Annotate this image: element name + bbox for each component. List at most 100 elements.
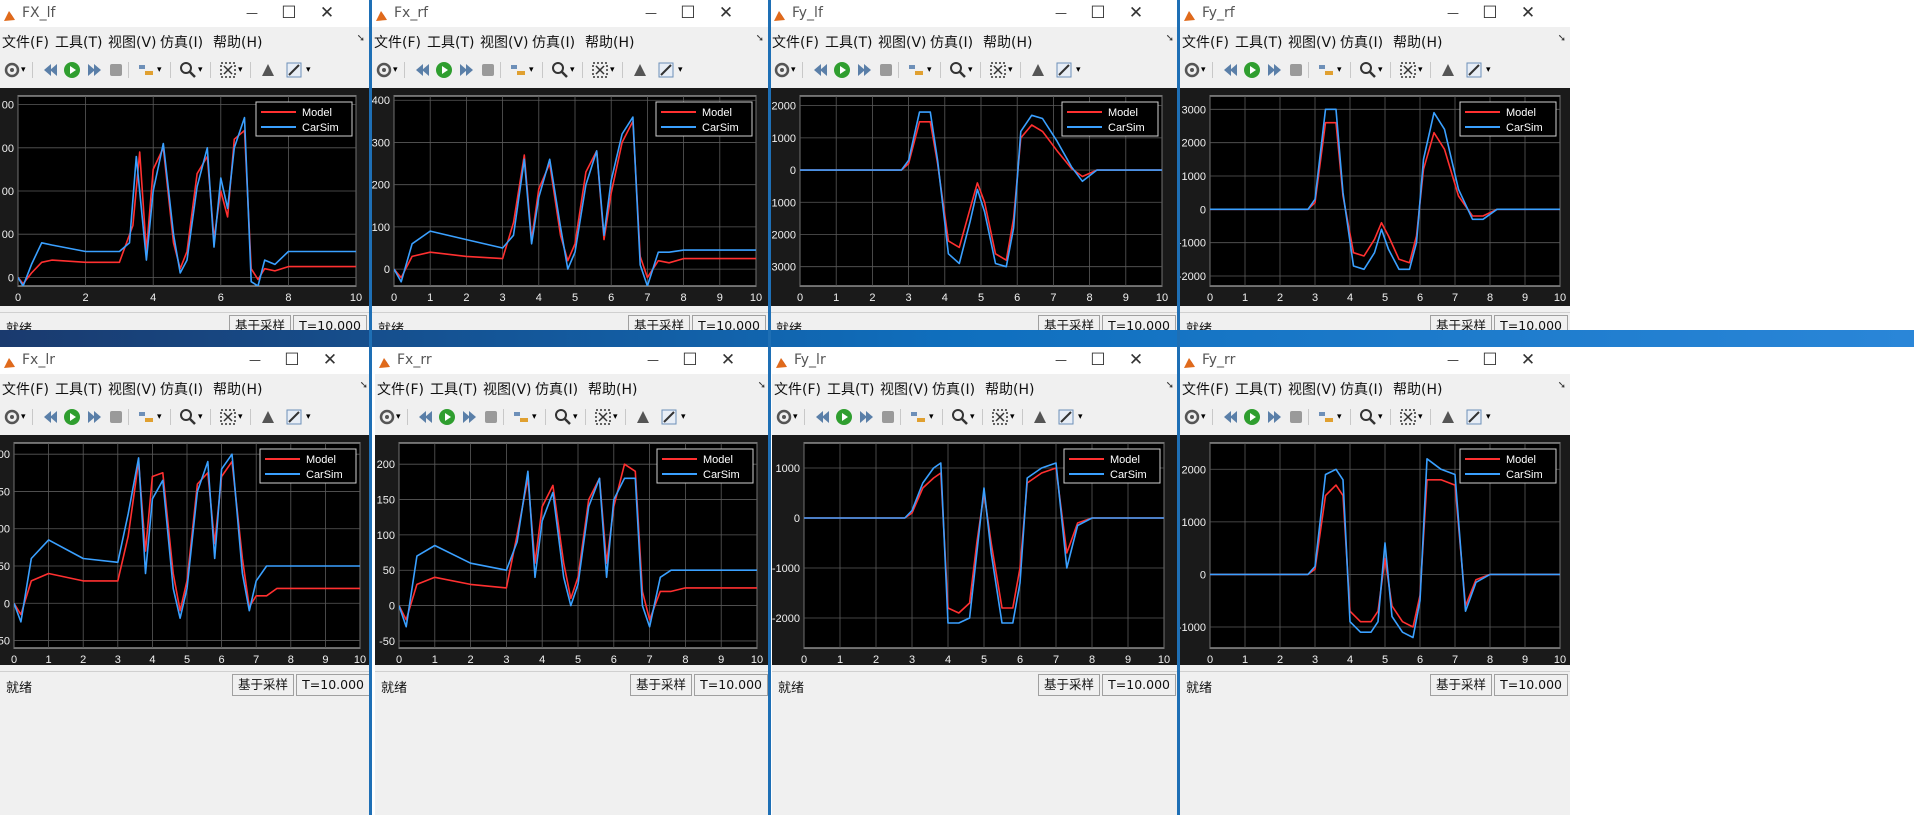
- step-forward-icon[interactable]: [459, 407, 479, 427]
- menu-item[interactable]: 视图(V): [1288, 32, 1337, 52]
- dropdown-arrow-icon[interactable]: ▾: [393, 65, 401, 85]
- run-icon[interactable]: [62, 60, 82, 80]
- menu-item[interactable]: 文件(F): [774, 379, 821, 399]
- step-back-icon[interactable]: [810, 60, 830, 80]
- dropdown-arrow-icon[interactable]: ▾: [1418, 412, 1426, 432]
- menu-item[interactable]: 视图(V): [108, 32, 157, 52]
- zoom-icon[interactable]: [948, 60, 968, 80]
- run-icon[interactable]: [62, 407, 82, 427]
- run-icon[interactable]: [834, 407, 854, 427]
- close-button[interactable]: ✕: [315, 3, 339, 23]
- settings-icon[interactable]: [1182, 60, 1202, 80]
- dropdown-arrow-icon[interactable]: ▾: [968, 65, 976, 85]
- stop-icon[interactable]: [1286, 60, 1306, 80]
- dropdown-arrow-icon[interactable]: ▾: [1008, 65, 1016, 85]
- menu-item[interactable]: 文件(F): [2, 32, 49, 52]
- settings-icon[interactable]: [772, 60, 792, 80]
- cursor-measure-icon[interactable]: [1028, 60, 1048, 80]
- zoom-icon[interactable]: [1358, 407, 1378, 427]
- dropdown-arrow-icon[interactable]: ▾: [306, 412, 314, 432]
- maximize-button[interactable]: ☐: [1478, 3, 1502, 23]
- menu-item[interactable]: 帮助(H): [213, 32, 262, 52]
- menu-item[interactable]: 视图(V): [108, 379, 157, 399]
- menu-item[interactable]: 文件(F): [1182, 32, 1229, 52]
- menu-item[interactable]: 仿真(I): [932, 379, 975, 399]
- dropdown-arrow-icon[interactable]: ▾: [678, 65, 686, 85]
- autoscale-icon[interactable]: [590, 60, 610, 80]
- cursor-measure-icon[interactable]: [1438, 60, 1458, 80]
- cursor-measure-icon[interactable]: [630, 60, 650, 80]
- menu-item[interactable]: 仿真(I): [1340, 379, 1383, 399]
- stop-icon[interactable]: [106, 60, 126, 80]
- autoscale-icon[interactable]: [218, 60, 238, 80]
- step-forward-icon[interactable]: [856, 407, 876, 427]
- dropdown-arrow-icon[interactable]: ▾: [970, 412, 978, 432]
- run-icon[interactable]: [832, 60, 852, 80]
- zoom-icon[interactable]: [950, 407, 970, 427]
- dropdown-arrow-icon[interactable]: ▾: [927, 65, 935, 85]
- cursor-measure-icon[interactable]: [1438, 407, 1458, 427]
- cursor-measure-icon[interactable]: [258, 407, 278, 427]
- stop-icon[interactable]: [481, 407, 501, 427]
- step-forward-icon[interactable]: [84, 60, 104, 80]
- highlight-icon[interactable]: [508, 60, 528, 80]
- minimize-button[interactable]: —: [641, 350, 665, 370]
- dropdown-arrow-icon[interactable]: ▾: [573, 412, 581, 432]
- menu-item[interactable]: 文件(F): [2, 379, 49, 399]
- dropdown-arrow-icon[interactable]: ▾: [1378, 65, 1386, 85]
- maximize-button[interactable]: ☐: [1478, 350, 1502, 370]
- style-icon[interactable]: [1464, 60, 1484, 80]
- maximize-button[interactable]: ☐: [280, 350, 304, 370]
- menu-item[interactable]: 帮助(H): [588, 379, 637, 399]
- dropdown-arrow-icon[interactable]: ▾: [306, 65, 314, 85]
- highlight-icon[interactable]: [136, 407, 156, 427]
- menu-item[interactable]: 仿真(I): [1340, 32, 1383, 52]
- minimize-button[interactable]: —: [1441, 3, 1465, 23]
- dropdown-arrow-icon[interactable]: ▾: [157, 65, 165, 85]
- zoom-icon[interactable]: [553, 407, 573, 427]
- menu-item[interactable]: 视图(V): [878, 32, 927, 52]
- autoscale-icon[interactable]: [988, 60, 1008, 80]
- step-forward-icon[interactable]: [854, 60, 874, 80]
- autoscale-icon[interactable]: [1398, 407, 1418, 427]
- step-forward-icon[interactable]: [456, 60, 476, 80]
- menu-overflow-icon[interactable]: ➘: [758, 380, 766, 391]
- menu-item[interactable]: 工具(T): [1235, 32, 1282, 52]
- highlight-icon[interactable]: [511, 407, 531, 427]
- step-back-icon[interactable]: [812, 407, 832, 427]
- menu-overflow-icon[interactable]: ➘: [1166, 380, 1174, 391]
- minimize-button[interactable]: —: [243, 350, 267, 370]
- step-back-icon[interactable]: [412, 60, 432, 80]
- minimize-button[interactable]: —: [1049, 350, 1073, 370]
- menu-item[interactable]: 工具(T): [55, 379, 102, 399]
- stop-icon[interactable]: [106, 407, 126, 427]
- dropdown-arrow-icon[interactable]: ▾: [570, 65, 578, 85]
- run-icon[interactable]: [437, 407, 457, 427]
- step-back-icon[interactable]: [40, 60, 60, 80]
- dropdown-arrow-icon[interactable]: ▾: [1418, 65, 1426, 85]
- menu-overflow-icon[interactable]: ➘: [1558, 33, 1566, 44]
- dropdown-arrow-icon[interactable]: ▾: [1378, 412, 1386, 432]
- dropdown-arrow-icon[interactable]: ▾: [1486, 412, 1494, 432]
- autoscale-icon[interactable]: [593, 407, 613, 427]
- menu-overflow-icon[interactable]: ➘: [1558, 380, 1566, 391]
- dropdown-arrow-icon[interactable]: ▾: [21, 412, 29, 432]
- menu-item[interactable]: 帮助(H): [983, 32, 1032, 52]
- menu-item[interactable]: 文件(F): [772, 32, 819, 52]
- minimize-button[interactable]: —: [240, 3, 264, 23]
- menu-item[interactable]: 工具(T): [55, 32, 102, 52]
- minimize-button[interactable]: —: [1441, 350, 1465, 370]
- run-icon[interactable]: [1242, 407, 1262, 427]
- menu-item[interactable]: 文件(F): [374, 32, 421, 52]
- step-back-icon[interactable]: [1220, 407, 1240, 427]
- autoscale-icon[interactable]: [218, 407, 238, 427]
- dropdown-arrow-icon[interactable]: ▾: [1486, 65, 1494, 85]
- autoscale-icon[interactable]: [1398, 60, 1418, 80]
- dropdown-arrow-icon[interactable]: ▾: [21, 65, 29, 85]
- step-forward-icon[interactable]: [84, 407, 104, 427]
- autoscale-icon[interactable]: [990, 407, 1010, 427]
- highlight-icon[interactable]: [906, 60, 926, 80]
- dropdown-arrow-icon[interactable]: ▾: [610, 65, 618, 85]
- run-icon[interactable]: [1242, 60, 1262, 80]
- menu-overflow-icon[interactable]: ➘: [756, 33, 764, 44]
